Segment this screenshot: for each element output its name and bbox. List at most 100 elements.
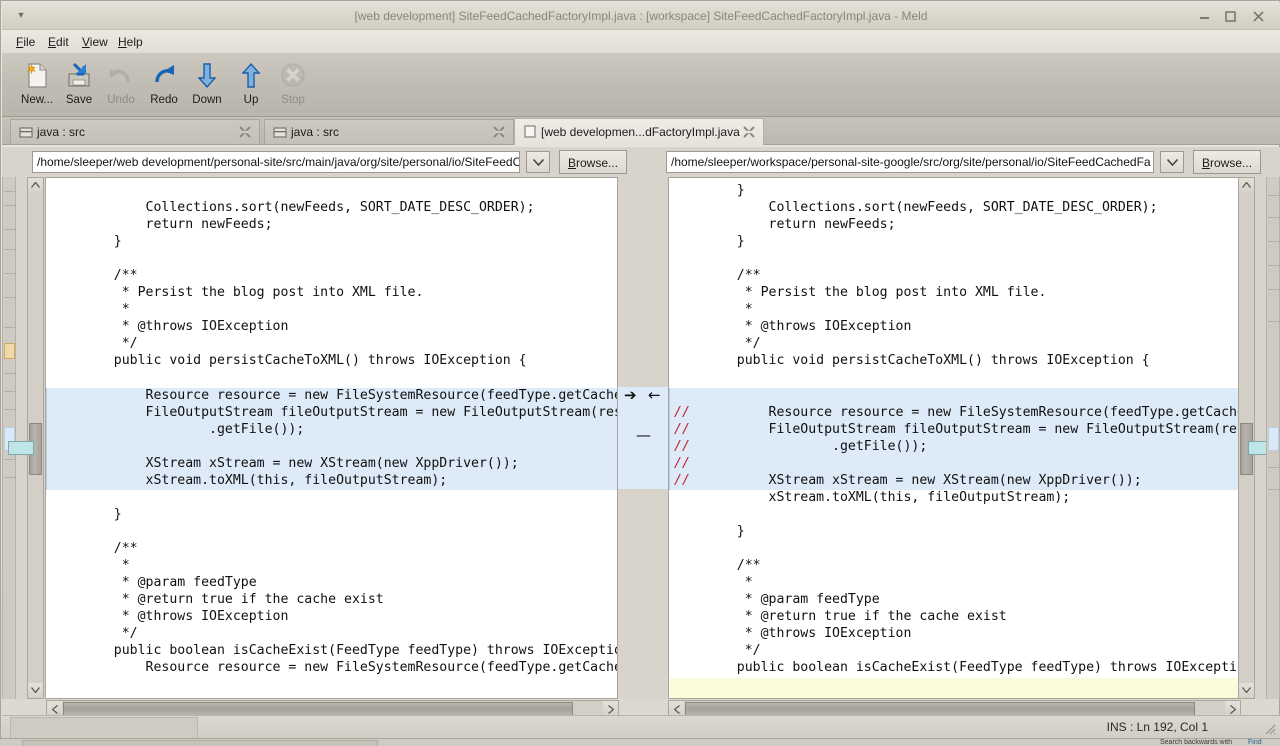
code-line: }	[82, 234, 122, 249]
arrow-right-icon[interactable]: ➔	[624, 388, 637, 403]
code-line: FileOutputStream fileOutputStream = new …	[82, 405, 618, 420]
menu-bar: File Edit View Help	[2, 30, 1280, 54]
code-line: return newFeeds;	[705, 217, 896, 232]
code-line: xStream.toXML(this, fileOutputStream);	[705, 490, 1071, 505]
code-line: public void persistCacheToXML() throws I…	[705, 353, 1150, 368]
close-icon[interactable]	[1248, 7, 1268, 25]
center-action-gutter[interactable]: ➔ ← —	[618, 177, 668, 699]
left-hscroll-thumb[interactable]	[63, 702, 573, 716]
code-line: *	[82, 558, 130, 573]
close-x-icon[interactable]	[492, 125, 506, 139]
maximize-icon[interactable]	[1220, 7, 1240, 25]
close-x-icon[interactable]	[742, 125, 756, 139]
code-line: .getFile());	[705, 439, 928, 454]
code-line: Collections.sort(newFeeds, SORT_DATE_DES…	[82, 200, 535, 215]
code-line: .getFile());	[82, 422, 305, 437]
status-bar: INS : Ln 192, Col 1	[2, 715, 1280, 739]
scroll-down-icon[interactable]	[1239, 683, 1254, 698]
scroll-down-icon[interactable]	[28, 683, 43, 698]
code-line: Collections.sort(newFeeds, SORT_DATE_DES…	[705, 200, 1158, 215]
folder-compare-icon	[273, 125, 287, 139]
tab-java-src-1[interactable]: java : src	[10, 119, 260, 144]
code-line: * @return true if the cache exist	[82, 592, 384, 607]
code-line: public boolean isCacheExist(FeedType fee…	[705, 660, 1241, 675]
code-line: /**	[82, 268, 138, 283]
status-message-area	[10, 717, 198, 739]
code-line: public boolean isCacheExist(FeedType fee…	[82, 643, 618, 658]
left-path-value: /home/sleeper/web development/personal-s…	[37, 155, 520, 169]
left-overview-map[interactable]	[2, 177, 16, 699]
file-icon	[523, 124, 537, 138]
code-line: * Persist the blog post into XML file.	[82, 285, 424, 300]
comment-marker: //	[674, 473, 690, 488]
right-path-input[interactable]: /home/sleeper/workspace/personal-site-go…	[666, 151, 1154, 173]
left-current-chunk-marker[interactable]	[8, 441, 34, 455]
menu-edit[interactable]: Edit	[42, 33, 75, 51]
code-line: * @throws IOException	[705, 319, 912, 334]
stop-x-icon	[266, 60, 320, 92]
code-line: * @param feedType	[705, 592, 880, 607]
code-line: return newFeeds;	[82, 217, 273, 232]
tab-sitefeedcachedfactoryimpl[interactable]: [web developmen...dFactoryImpl.java	[514, 118, 764, 145]
comment-marker: //	[674, 456, 690, 471]
left-code-text[interactable]: Collections.sort(newFeeds, SORT_DATE_DES…	[46, 178, 618, 698]
left-code-pane[interactable]: Collections.sort(newFeeds, SORT_DATE_DES…	[45, 177, 618, 699]
minimize-icon[interactable]	[1194, 7, 1214, 25]
code-line: */	[82, 626, 138, 641]
diff-area: Collections.sort(newFeeds, SORT_DATE_DES…	[2, 177, 1280, 699]
close-x-icon[interactable]	[238, 125, 252, 139]
code-line: XStream xStream = new XStream(new XppDri…	[705, 473, 1142, 488]
code-line: /**	[705, 558, 761, 573]
cursor-position-label: INS : Ln 192, Col 1	[1106, 720, 1208, 734]
code-line: Resource resource = new FileSystemResour…	[82, 660, 618, 675]
left-vertical-scrollbar[interactable]	[27, 177, 44, 699]
right-browse-button[interactable]: Browse...	[1193, 150, 1262, 174]
code-line: */	[705, 336, 761, 351]
right-code-pane[interactable]: } Collections.sort(newFeeds, SORT_DATE_D…	[668, 177, 1241, 699]
left-path-dropdown[interactable]	[526, 151, 550, 173]
window-title: [web development] SiteFeedCachedFactoryI…	[354, 9, 928, 23]
code-line: *	[82, 302, 130, 317]
left-browse-button[interactable]: Browse...	[559, 150, 628, 174]
window-controls	[1194, 7, 1272, 25]
code-line: xStream.toXML(this, fileOutputStream);	[82, 473, 448, 488]
code-line: /**	[705, 268, 761, 283]
code-line: Resource resource = new FileSystemResour…	[82, 388, 618, 403]
resize-grip-icon[interactable]	[1263, 722, 1277, 736]
tab-label: [web developmen...dFactoryImpl.java	[541, 125, 740, 139]
code-line: *	[705, 575, 753, 590]
left-path-row: /home/sleeper/web development/personal-s…	[2, 147, 640, 177]
code-line: FileOutputStream fileOutputStream = new …	[705, 422, 1241, 437]
code-line: * @param feedType	[82, 575, 257, 590]
menu-file[interactable]: File	[10, 33, 41, 51]
right-hscroll-thumb[interactable]	[685, 702, 1195, 716]
desktop-taskbar: Search backwards with Find	[0, 738, 1280, 746]
right-vertical-scrollbar[interactable]	[1238, 177, 1255, 699]
folder-compare-icon	[19, 125, 33, 139]
code-line: public void persistCacheToXML() throws I…	[82, 353, 527, 368]
right-path-row: /home/sleeper/workspace/personal-site-go…	[640, 147, 1280, 177]
scroll-up-icon[interactable]	[1239, 178, 1254, 193]
meld-window: ▾ [web development] SiteFeedCachedFactor…	[0, 0, 1280, 739]
stop-button-label: Stop	[281, 94, 305, 106]
scroll-up-icon[interactable]	[28, 178, 43, 193]
right-code-text[interactable]: } Collections.sort(newFeeds, SORT_DATE_D…	[669, 178, 1241, 698]
menu-view[interactable]: View	[76, 33, 114, 51]
right-overview-map[interactable]	[1266, 177, 1280, 699]
taskbar-window-button[interactable]	[22, 740, 378, 746]
arrow-left-icon[interactable]: ←	[648, 388, 661, 403]
code-line: *	[705, 302, 753, 317]
stop-button: Stop	[266, 58, 320, 112]
taskbar-link[interactable]: Find	[1248, 739, 1278, 746]
right-path-dropdown[interactable]	[1160, 151, 1184, 173]
code-line: */	[705, 643, 761, 658]
tab-java-src-2[interactable]: java : src	[264, 119, 514, 144]
dash-icon[interactable]: —	[636, 428, 651, 443]
menu-help[interactable]: Help	[112, 33, 149, 51]
code-line: }	[705, 234, 745, 249]
title-bar: ▾ [web development] SiteFeedCachedFactor…	[2, 2, 1280, 30]
code-line: Resource resource = new FileSystemResour…	[705, 405, 1241, 420]
code-line: XStream xStream = new XStream(new XppDri…	[82, 456, 519, 471]
left-path-input[interactable]: /home/sleeper/web development/personal-s…	[32, 151, 520, 173]
code-line: }	[82, 507, 122, 522]
